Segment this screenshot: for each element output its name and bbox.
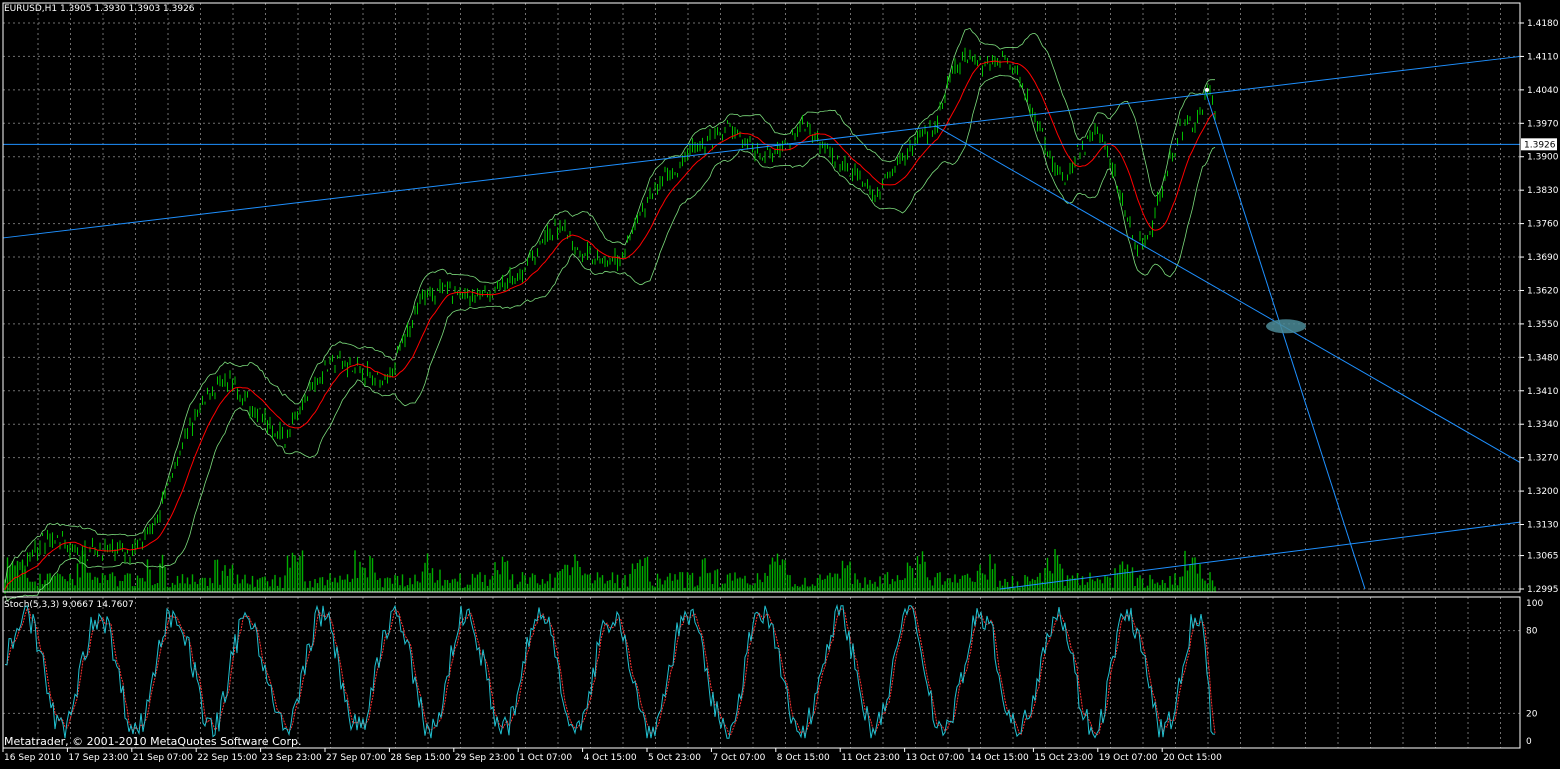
time-tick-label: 7 Oct 07:00	[712, 753, 765, 763]
time-tick-label: 29 Sep 23:00	[455, 753, 515, 763]
stoch-tick-label: 0	[1526, 737, 1532, 747]
time-tick-label: 11 Oct 23:00	[841, 753, 900, 763]
time-tick-label: 20 Oct 15:00	[1163, 753, 1222, 763]
chart-canvas[interactable]: 1.4180 1.4110 1.4040 1.3970 1.3900 1.3830 1.37…	[0, 0, 1560, 765]
price-tick-label: 1.3065	[1527, 552, 1559, 562]
time-tick-label: 21 Sep 07:00	[133, 753, 193, 763]
stoch-tick-label: 80	[1526, 627, 1538, 637]
time-tick-label: 27 Sep 07:00	[326, 753, 386, 763]
time-tick-label: 1 Oct 07:00	[519, 753, 572, 763]
price-tick-label: 1.3690	[1527, 253, 1559, 263]
time-tick-label: 17 Sep 23:00	[68, 753, 128, 763]
price-tick-label: 1.3200	[1527, 487, 1559, 497]
anchor-point	[1205, 87, 1209, 92]
time-tick-label: 22 Sep 15:00	[197, 753, 257, 763]
target-ellipse	[1266, 319, 1306, 334]
time-tick-label: 23 Sep 23:00	[262, 753, 322, 763]
time-tick-label: 16 Sep 2010	[4, 753, 61, 763]
time-tick-label: 15 Oct 23:00	[1034, 753, 1093, 763]
time-tick-label: 8 Oct 15:00	[777, 753, 830, 763]
price-tick-label: 1.3620	[1527, 286, 1559, 296]
price-tick-label: 1.3410	[1527, 387, 1559, 397]
price-tick-label: 1.3130	[1527, 521, 1559, 531]
stoch-tick-label: 20	[1526, 709, 1538, 719]
price-tick-label: 1.4110	[1527, 52, 1559, 62]
price-tick-label: 1.3270	[1527, 454, 1559, 464]
price-tick-label: 1.3340	[1527, 420, 1559, 430]
price-tick-label: 1.3760	[1527, 220, 1559, 230]
price-tick-label: 1.3900	[1527, 153, 1559, 163]
price-tick-label: 1.4040	[1527, 86, 1559, 96]
time-tick-label: 5 Oct 23:00	[648, 753, 701, 763]
time-tick-label: 14 Oct 15:00	[970, 753, 1029, 763]
price-tick-label: 1.3480	[1527, 353, 1559, 363]
price-tick-label: 1.3830	[1527, 186, 1559, 196]
time-tick-label: 4 Oct 15:00	[584, 753, 637, 763]
price-tick-label: 1.2995	[1527, 585, 1559, 595]
copyright-label: Metatrader, © 2001-2010 MetaQuotes Softw…	[4, 735, 302, 748]
indicator-info-label: Stoch(5,3,3) 9.0667 14.7607	[4, 600, 134, 610]
price-tick-label: 1.4180	[1527, 19, 1559, 29]
trading-chart[interactable]: 1.4180 1.4110 1.4040 1.3970 1.3900 1.3830 1.37…	[0, 0, 1560, 765]
time-tick-label: 28 Sep 15:00	[390, 753, 450, 763]
time-tick-label: 19 Oct 07:00	[1099, 753, 1158, 763]
price-tick-label: 1.3970	[1527, 119, 1559, 129]
time-tick-label: 13 Oct 07:00	[906, 753, 965, 763]
symbol-info-label: EURUSD,H1 1.3905 1.3930 1.3903 1.3926	[4, 4, 195, 14]
stoch-tick-label: 100	[1526, 599, 1543, 609]
current-price-label: 1.3926	[1524, 140, 1556, 150]
price-tick-label: 1.3550	[1527, 320, 1559, 330]
